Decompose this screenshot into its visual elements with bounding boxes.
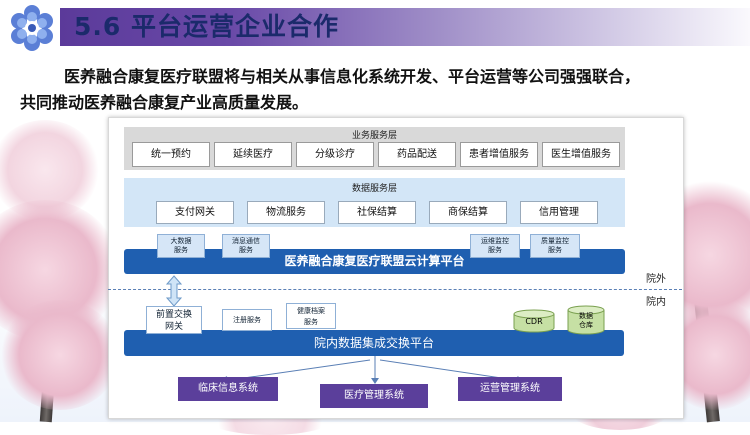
business-item: 延续医疗 [214,142,292,167]
flower-logo-icon [11,5,53,51]
system-box: 临床信息系统 [178,377,278,401]
zone-inside-label: 院内 [646,297,666,308]
system-box: 医疗管理系统 [320,384,428,408]
data-item: 信用管理 [520,201,598,224]
hospital-tag: 注册服务 [222,309,272,331]
cloud-tag: 质量监控 服务 [530,234,580,258]
data-layer-label: 数据服务层 [351,184,397,194]
cdr-label: CDR [525,317,543,326]
business-layer-label: 业务服务层 [351,131,397,141]
data-item: 社保结算 [338,201,416,224]
intro-paragraph: 医养融合康复医疗联盟将与相关从事信息化系统开发、平台运营等公司强强联合， 共同推… [20,64,735,116]
data-item: 物流服务 [247,201,325,224]
business-item: 医生增值服务 [542,142,620,167]
business-item: 患者增值服务 [460,142,538,167]
data-item: 支付网关 [156,201,234,224]
data-item: 商保结算 [429,201,507,224]
page-title: 5.6 平台运营企业合作 [74,12,339,41]
bidirectional-arrow-icon [166,275,182,307]
warehouse-label: 数据 仓库 [579,312,593,329]
cloud-tag: 运维监控 服务 [470,234,520,258]
zone-outside-label: 院外 [646,274,666,285]
system-box: 运营管理系统 [458,377,562,401]
hospital-tag: 健康档案 服务 [286,303,336,329]
intro-line-1: 医养融合康复医疗联盟将与相关从事信息化系统开发、平台运营等公司强强联合， [64,67,641,86]
intro-line-2: 共同推动医养融合康复产业高质量发展。 [20,93,309,112]
business-item: 药品配送 [378,142,456,167]
business-item: 分级诊疗 [296,142,374,167]
cloud-tag: 大数据 服务 [157,234,205,258]
cloud-tag: 消息通信 服务 [222,234,270,258]
gateway-box: 前置交换 网关 [146,306,202,334]
zone-divider [108,289,682,290]
business-item: 统一预约 [132,142,210,167]
